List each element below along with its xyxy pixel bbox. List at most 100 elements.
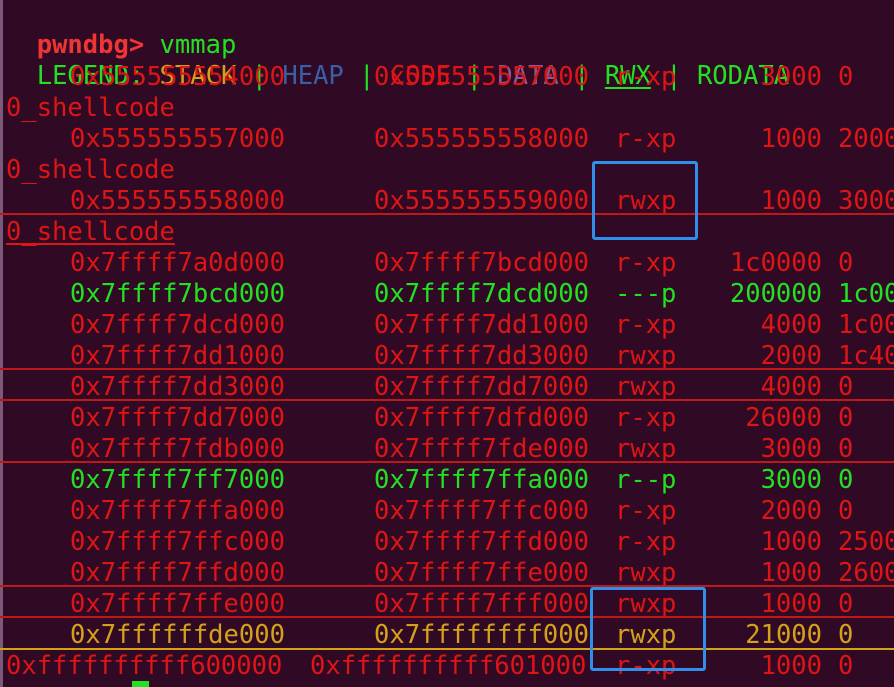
mapping-start: 0x7ffff7ffe000 (70, 589, 285, 619)
table-row: 0x7ffff7ff7000 0x7ffff7ffa000 r--p 3000 0 (0, 465, 894, 496)
rwx-highlight-box (592, 161, 698, 240)
rwx-row-underline (0, 213, 894, 215)
mapping-size: 1000 (760, 651, 822, 681)
mapping-offset: 0 (838, 372, 854, 402)
mapping-offset: 2600 (838, 558, 894, 588)
mapping-size: 200000 (729, 279, 822, 309)
rwx-row-underline (0, 461, 894, 463)
table-row: 0x7ffff7dd7000 0x7ffff7dfd000 r-xp 26000 0 (0, 403, 894, 434)
mapping-start: 0x7ffff7bcd000 (70, 279, 285, 309)
mapping-end: 0x7ffff7ffa000 (374, 465, 589, 495)
rwx-row-underline (0, 368, 894, 370)
mapping-offset: 0 (838, 651, 854, 681)
table-row: 0x7ffffffde000 0x7ffffffff000 rwxp 21000 0 (0, 620, 894, 651)
mapping-end: 0x7ffff7ffc000 (374, 496, 589, 526)
mapping-perm: r-xp (615, 310, 677, 340)
mapping-path: 0_shellcode (6, 155, 175, 185)
mapping-perm: rwxp (615, 558, 677, 588)
mapping-end: 0x7ffff7ffe000 (374, 558, 589, 588)
mapping-start: 0xffffffffff600000 (6, 651, 283, 681)
mapping-start: 0x555555557000 (70, 124, 285, 154)
mapping-path: 0_shellcode (6, 93, 175, 123)
mapping-path: 0_shellcode (6, 217, 175, 247)
mapping-start: 0x7ffff7ffa000 (70, 496, 285, 526)
table-row: 0x7ffff7dcd000 0x7ffff7dd1000 r-xp 4000 1c00 (0, 310, 894, 341)
mapping-end: 0x7ffff7dd1000 (374, 310, 589, 340)
mapping-start: 0x7ffff7a0d000 (70, 248, 285, 278)
mapping-offset: 1c00 (838, 279, 894, 309)
mapping-start: 0x7ffff7dcd000 (70, 310, 285, 340)
mapping-end: 0x555555557000 (374, 62, 589, 92)
mapping-size: 1000 (760, 186, 822, 216)
mapping-end: 0x7ffff7dcd000 (374, 279, 589, 309)
mapping-perm: rwxp (615, 341, 677, 371)
mapping-end: 0xffffffffff601000 (310, 651, 587, 681)
mapping-end: 0x555555559000 (374, 186, 589, 216)
mapping-perm: rwxp (615, 434, 677, 464)
mapping-start: 0x7ffff7ffd000 (70, 558, 285, 588)
rwx-row-underline (0, 648, 894, 650)
mapping-size: 1000 (760, 558, 822, 588)
mapping-start: 0x7ffff7dd7000 (70, 403, 285, 433)
mapping-size: 1000 (760, 589, 822, 619)
mapping-perm: r-xp (615, 124, 677, 154)
mapping-perm: r-xp (615, 527, 677, 557)
mapping-start: 0x555555554000 (70, 62, 285, 92)
table-row: 0x7ffff7a0d000 0x7ffff7bcd000 r-xp 1c0000 0 (0, 248, 894, 279)
mapping-offset: 0 (838, 620, 854, 650)
table-row: 0x555555554000 0x555555557000 r-xp 3000 0 (0, 62, 894, 93)
mapping-size: 1000 (760, 124, 822, 154)
mapping-start: 0x7ffff7fdb000 (70, 434, 285, 464)
mapping-start: 0x7ffff7ff7000 (70, 465, 285, 495)
mapping-size: 3000 (760, 465, 822, 495)
rwx-highlight-box (590, 587, 706, 671)
mapping-offset: 0 (838, 403, 854, 433)
mapping-end: 0x7ffff7dd7000 (374, 372, 589, 402)
mapping-size: 2000 (760, 341, 822, 371)
mapping-offset: 0 (838, 62, 854, 92)
mapping-size: 26000 (745, 403, 822, 433)
mapping-offset: 0 (838, 589, 854, 619)
mapping-perm: r-xp (615, 62, 677, 92)
mapping-start: 0x7ffff7ffc000 (70, 527, 285, 557)
table-row: 0x7ffff7bcd000 0x7ffff7dcd000 ---p 200000 1c… (0, 279, 894, 310)
mapping-size: 1000 (760, 527, 822, 557)
rwx-row-underline (0, 616, 894, 618)
mapping-offset: 2000 (838, 124, 894, 154)
mapping-offset: 0 (838, 248, 854, 278)
mapping-perm: r--p (615, 465, 677, 495)
mapping-offset: 0 (838, 465, 854, 495)
mapping-perm: r-xp (615, 403, 677, 433)
mapping-perm: rwxp (615, 372, 677, 402)
mapping-size: 1c0000 (729, 248, 822, 278)
mapping-perm: r-xp (615, 248, 677, 278)
mapping-size: 4000 (760, 310, 822, 340)
mapping-perm: ---p (615, 279, 677, 309)
table-row: 0x555555557000 0x555555558000 r-xp 1000 2000 (0, 124, 894, 155)
prompt-line: pwndbg> vmmap (6, 0, 237, 60)
mapping-end: 0x7ffff7ffd000 (374, 527, 589, 557)
mapping-size: 2000 (760, 496, 822, 526)
legend-line: LEGEND: STACK | HEAP | CODE | DATA | RWX… (6, 31, 789, 91)
terminal-window[interactable]: { "prompt": {"name": "pwndbg> ", "comman… (0, 0, 894, 687)
table-row: 0x7ffff7ffc000 0x7ffff7ffd000 r-xp 1000 2500 (0, 527, 894, 558)
mapping-offset: 0 (838, 434, 854, 464)
mapping-end: 0x7ffff7fde000 (374, 434, 589, 464)
mapping-end: 0x7ffff7dfd000 (374, 403, 589, 433)
rwx-row-underline (0, 585, 894, 587)
table-row: 0xffffffffff600000 0xffffffffff601000 r-xp… (0, 651, 894, 682)
mapping-start: 0x7ffff7dd3000 (70, 372, 285, 402)
rwx-row-underline (0, 399, 894, 401)
mapping-start: 0x555555558000 (70, 186, 285, 216)
mapping-end: 0x7ffffffff000 (374, 620, 589, 650)
mapping-offset: 0 (838, 496, 854, 526)
mapping-start: 0x7ffffffde000 (70, 620, 285, 650)
mapping-perm: r-xp (615, 496, 677, 526)
mapping-offset: 1c00 (838, 310, 894, 340)
mapping-size: 3000 (760, 62, 822, 92)
mapping-end: 0x7ffff7bcd000 (374, 248, 589, 278)
mapping-offset: 1c40 (838, 341, 894, 371)
mapping-offset: 3000 (838, 186, 894, 216)
mapping-size: 21000 (745, 620, 822, 650)
table-row: 0x7ffff7ffa000 0x7ffff7ffc000 r-xp 2000 0 (0, 496, 894, 527)
